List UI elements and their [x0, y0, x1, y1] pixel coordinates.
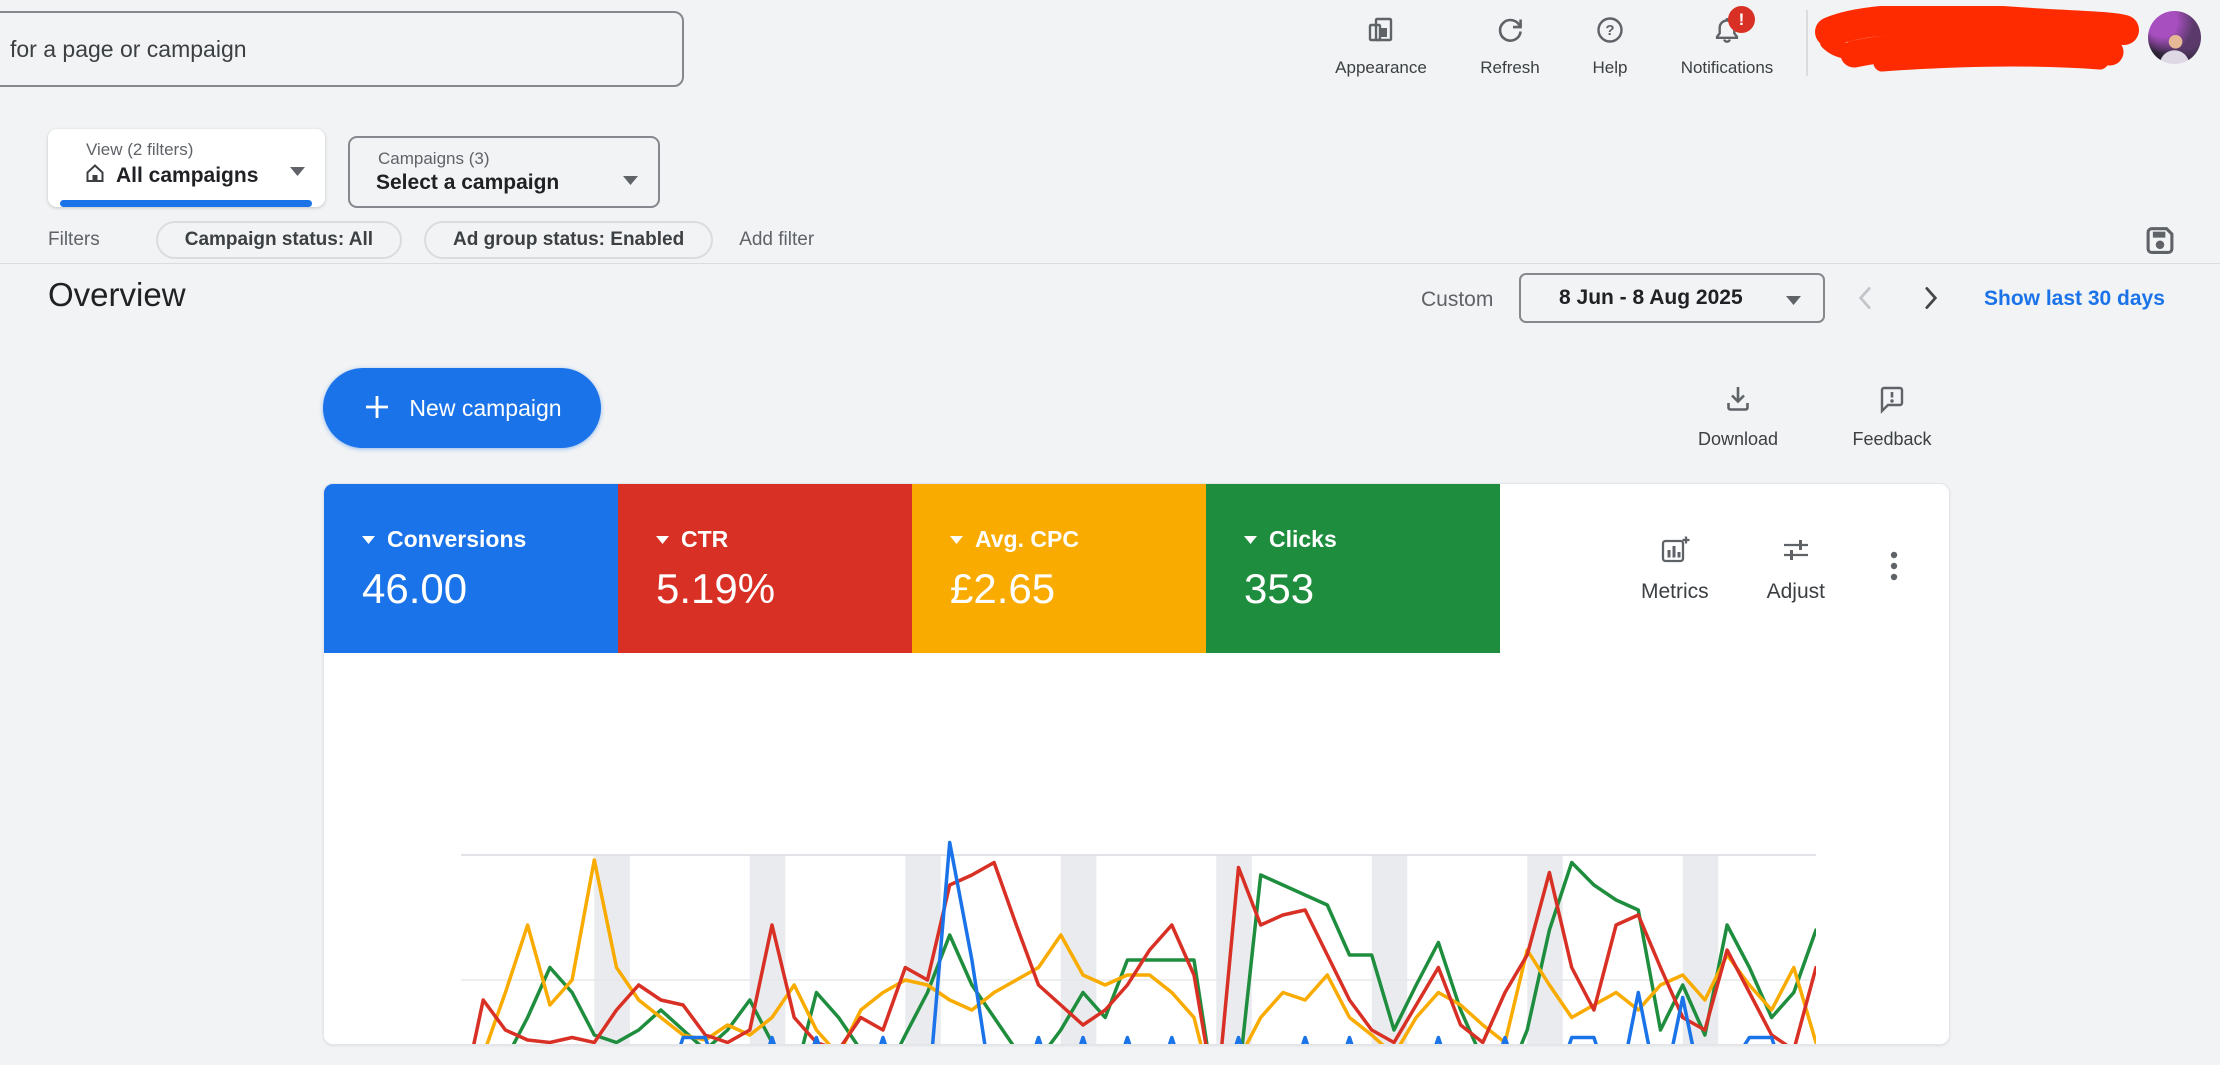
next-period-button[interactable] [1913, 281, 1947, 315]
scorecard-value: £2.65 [950, 565, 1206, 613]
campaign-selector[interactable]: Campaigns (3) Select a campaign [348, 136, 660, 208]
appearance-label: Appearance [1335, 58, 1427, 78]
feedback-button[interactable]: Feedback [1846, 382, 1938, 450]
download-button[interactable]: Download [1692, 382, 1784, 450]
save-icon [2141, 246, 2179, 263]
topbar-divider [1806, 10, 1808, 76]
add-filter-button[interactable]: Add filter [739, 229, 814, 251]
chart-toolbar: Metrics Adjust [1500, 484, 1949, 653]
scorecard-clicks[interactable]: Clicks 353 [1206, 484, 1500, 653]
refresh-label: Refresh [1480, 58, 1540, 78]
notifications-icon: ! [1711, 14, 1743, 51]
redaction-scribble [1812, 6, 2142, 76]
show-last-30-days-link[interactable]: Show last 30 days [1984, 287, 2165, 311]
filter-chip-label: Ad group status: Enabled [453, 229, 684, 251]
adjust-icon [1779, 533, 1813, 572]
appearance-button[interactable]: Appearance [1318, 14, 1444, 78]
new-campaign-button[interactable]: New campaign [323, 368, 601, 448]
view-selector-value: All campaigns [116, 164, 258, 188]
google-ads-overview-page: Appearance Refresh ? Help ! [0, 0, 2220, 1065]
refresh-button[interactable]: Refresh [1466, 14, 1554, 78]
feedback-label: Feedback [1852, 429, 1931, 450]
campaign-selector-label: Campaigns (3) [378, 149, 658, 169]
adjust-label: Adjust [1767, 580, 1825, 604]
scorecard-value: 5.19% [656, 565, 912, 613]
appearance-icon [1365, 14, 1397, 51]
filters-label: Filters [48, 229, 100, 251]
view-selector[interactable]: View (2 filters) All campaigns [48, 129, 325, 207]
view-selector-label: View (2 filters) [86, 140, 325, 160]
chevron-right-icon [1913, 281, 1947, 315]
kebab-menu-icon [1889, 549, 1899, 583]
performance-chart[interactable]: 8 Jun 2025 8 Aug 2025 [324, 653, 1949, 1045]
refresh-icon [1494, 14, 1526, 51]
metrics-icon [1658, 533, 1692, 572]
feedback-icon [1875, 382, 1909, 421]
plus-icon [362, 392, 392, 425]
scorecard-metric: CTR [681, 526, 728, 553]
scorecard-conversions[interactable]: Conversions 46.00 [324, 484, 618, 653]
date-range-type: Custom [1421, 288, 1493, 312]
metrics-button[interactable]: Metrics [1641, 533, 1709, 604]
download-label: Download [1698, 429, 1778, 450]
filter-chip-campaign-status[interactable]: Campaign status: All [156, 221, 402, 259]
help-button[interactable]: ? Help [1580, 14, 1640, 78]
chevron-down-icon [623, 172, 638, 190]
filter-chip-ad-group-status[interactable]: Ad group status: Enabled [424, 221, 713, 259]
date-range-value: 8 Jun - 8 Aug 2025 [1559, 286, 1743, 310]
chevron-left-icon [1849, 281, 1883, 315]
section-divider [0, 263, 2220, 264]
date-range-picker[interactable]: 8 Jun - 8 Aug 2025 [1519, 273, 1825, 323]
metrics-label: Metrics [1641, 580, 1709, 604]
caret-down-icon [656, 536, 669, 544]
scorecard-metric: Clicks [1269, 526, 1337, 553]
scorecard-value: 46.00 [362, 565, 618, 613]
scorecard-metric: Avg. CPC [975, 526, 1079, 553]
home-icon [84, 162, 106, 190]
search-input[interactable] [0, 11, 684, 87]
overview-chart-card: Conversions 46.00 CTR 5.19% Avg. CPC [323, 483, 1950, 1045]
help-label: Help [1593, 58, 1628, 78]
save-filter-button[interactable] [2141, 221, 2179, 259]
svg-text:?: ? [1605, 22, 1614, 39]
scorecard-metric: Conversions [387, 526, 526, 553]
previous-period-button[interactable] [1849, 281, 1883, 315]
help-icon: ? [1594, 14, 1626, 51]
adjust-button[interactable]: Adjust [1767, 533, 1825, 604]
filter-chip-label: Campaign status: All [185, 229, 373, 251]
line-chart [461, 840, 1816, 1045]
scorecard-ctr[interactable]: CTR 5.19% [618, 484, 912, 653]
notifications-label: Notifications [1681, 58, 1774, 78]
account-avatar[interactable] [2148, 11, 2201, 64]
campaign-selector-value: Select a campaign [376, 171, 658, 195]
chevron-down-icon [1786, 296, 1801, 305]
page-title: Overview [48, 276, 186, 314]
more-options-button[interactable] [1883, 543, 1905, 594]
view-selected-indicator [60, 200, 312, 207]
scorecard-avg-cpc[interactable]: Avg. CPC £2.65 [912, 484, 1206, 653]
caret-down-icon [362, 536, 375, 544]
caret-down-icon [950, 536, 963, 544]
scorecard-tabs: Conversions 46.00 CTR 5.19% Avg. CPC [324, 484, 1949, 653]
scorecard-value: 353 [1244, 565, 1500, 613]
notification-badge: ! [1728, 6, 1755, 33]
new-campaign-label: New campaign [409, 395, 561, 422]
download-icon [1721, 382, 1755, 421]
notifications-button[interactable]: ! Notifications [1662, 14, 1792, 78]
caret-down-icon [1244, 536, 1257, 544]
chevron-down-icon [290, 163, 305, 181]
